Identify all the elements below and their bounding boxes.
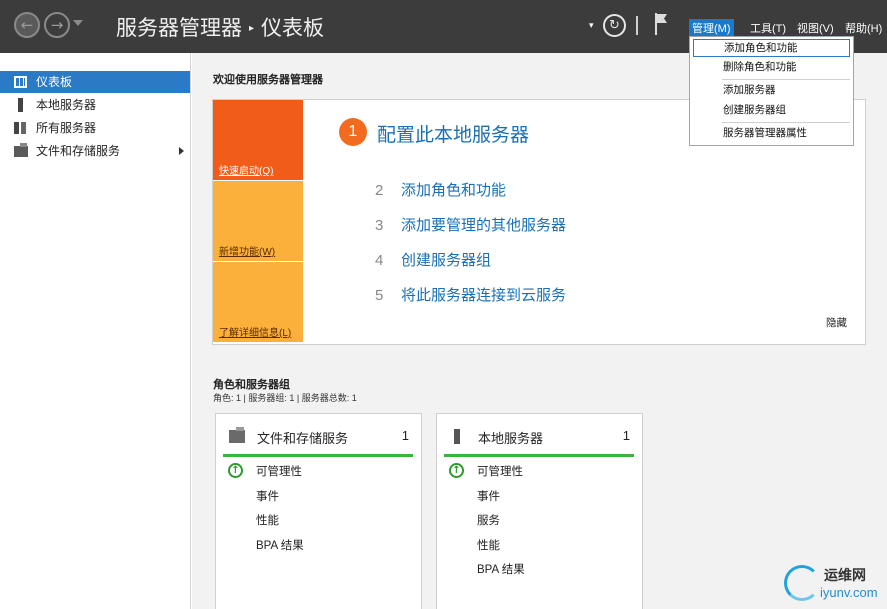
divider bbox=[636, 16, 638, 35]
watermark-cn: 运维网 bbox=[824, 567, 866, 583]
step-number: 5 bbox=[375, 287, 384, 304]
servers-icon bbox=[14, 122, 27, 134]
card-row-manageability[interactable]: 可管理性 bbox=[256, 463, 302, 479]
step-configure-local-server[interactable]: 配置此本地服务器 bbox=[377, 120, 529, 147]
step-1-number: 1 bbox=[339, 118, 367, 146]
sidebar-item-label: 文件和存储服务 bbox=[36, 144, 121, 158]
refresh-icon[interactable]: ↻ bbox=[603, 14, 626, 37]
menu-item-add-roles[interactable]: 添加角色和功能 bbox=[693, 39, 850, 57]
sidebar-item-dashboard[interactable]: 仪表板 bbox=[0, 71, 190, 93]
tile-quick-start[interactable]: 快速启动(Q) bbox=[213, 100, 303, 180]
tile-label: 了解详细信息(L) bbox=[219, 328, 292, 339]
server-icon bbox=[454, 429, 460, 444]
sidebar-item-local-server[interactable]: 本地服务器 bbox=[0, 94, 190, 116]
card-row-manageability[interactable]: 可管理性 bbox=[477, 463, 523, 479]
roles-heading: 角色和服务器组 bbox=[213, 379, 290, 391]
step-number: 2 bbox=[375, 182, 384, 199]
menu-separator bbox=[722, 79, 850, 80]
card-row-bpa[interactable]: BPA 结果 bbox=[256, 537, 304, 553]
folder-icon bbox=[229, 427, 245, 443]
step-label: 添加要管理的其他服务器 bbox=[401, 217, 567, 234]
dashboard-icon bbox=[14, 76, 27, 88]
step-3[interactable]: 3 添加要管理的其他服务器 bbox=[375, 214, 566, 235]
expand-arrow-icon[interactable] bbox=[179, 147, 184, 155]
welcome-heading: 欢迎使用服务器管理器 bbox=[213, 74, 323, 86]
step-number: 3 bbox=[375, 217, 384, 234]
card-row-services[interactable]: 服务 bbox=[477, 512, 500, 528]
card-title: 本地服务器 bbox=[478, 431, 544, 446]
status-ok-icon: ↑ bbox=[449, 463, 464, 478]
menu-separator bbox=[722, 122, 850, 123]
tile-whats-new[interactable]: 新增功能(W) bbox=[213, 181, 303, 261]
history-dropdown-icon[interactable] bbox=[73, 20, 83, 26]
role-card-file-storage[interactable]: 文件和存储服务 1 ↑ 可管理性 事件 性能 BPA 结果 bbox=[215, 413, 422, 609]
sidebar-item-label: 所有服务器 bbox=[36, 121, 97, 135]
menu-manage[interactable]: 管理(M) bbox=[689, 19, 734, 37]
hide-link[interactable]: 隐藏 bbox=[826, 315, 847, 330]
watermark-en: iyunv.com bbox=[820, 585, 878, 600]
card-row-performance[interactable]: 性能 bbox=[256, 512, 279, 528]
server-icon bbox=[18, 98, 23, 112]
app-title: 服务器管理器 bbox=[116, 16, 242, 40]
tile-learn-more[interactable]: 了解详细信息(L) bbox=[213, 262, 303, 342]
tile-label: 快速启动(Q) bbox=[219, 166, 274, 177]
page-title: 仪表板 bbox=[261, 16, 325, 40]
card-row-performance[interactable]: 性能 bbox=[477, 537, 500, 553]
tile-label: 新增功能(W) bbox=[219, 247, 276, 258]
watermark-logo: 运维网 iyunv.com bbox=[784, 561, 884, 607]
breadcrumb-separator-icon: ▸ bbox=[249, 23, 255, 34]
sidebar: 仪表板 本地服务器 所有服务器 文件和存储服务 bbox=[0, 53, 191, 609]
sidebar-item-label: 仪表板 bbox=[36, 75, 73, 89]
card-title: 文件和存储服务 bbox=[257, 431, 349, 446]
menu-item-properties[interactable]: 服务器管理器属性 bbox=[693, 125, 850, 143]
folder-icon bbox=[14, 143, 28, 157]
role-card-local-server[interactable]: 本地服务器 1 ↑ 可管理性 事件 服务 性能 BPA 结果 bbox=[436, 413, 643, 609]
step-2[interactable]: 2 添加角色和功能 bbox=[375, 179, 506, 200]
menu-item-remove-roles[interactable]: 删除角色和功能 bbox=[693, 59, 850, 77]
forward-button[interactable]: → bbox=[44, 12, 70, 38]
menu-tools[interactable]: 工具(T) bbox=[747, 19, 789, 37]
status-ok-icon: ↑ bbox=[228, 463, 243, 478]
step-4[interactable]: 4 创建服务器组 bbox=[375, 249, 491, 270]
sidebar-item-file-storage[interactable]: 文件和存储服务 bbox=[0, 140, 190, 162]
menu-item-create-server-group[interactable]: 创建服务器组 bbox=[693, 102, 850, 120]
card-row-events[interactable]: 事件 bbox=[256, 488, 279, 504]
watermark-swirl-icon bbox=[784, 565, 820, 601]
breadcrumb: 服务器管理器 ▸ 仪表板 bbox=[116, 12, 324, 42]
card-count: 1 bbox=[401, 428, 409, 443]
menu-view[interactable]: 视图(V) bbox=[794, 19, 837, 37]
step-label: 将此服务器连接到云服务 bbox=[401, 287, 567, 304]
menu-help[interactable]: 帮助(H) bbox=[842, 19, 885, 37]
step-label: 添加角色和功能 bbox=[401, 182, 507, 199]
step-label: 创建服务器组 bbox=[401, 252, 492, 269]
menu-item-add-servers[interactable]: 添加服务器 bbox=[693, 82, 850, 100]
sidebar-item-all-servers[interactable]: 所有服务器 bbox=[0, 117, 190, 139]
dropdown-arrow-icon[interactable]: ▾ bbox=[589, 20, 594, 31]
card-row-events[interactable]: 事件 bbox=[477, 488, 500, 504]
card-row-bpa[interactable]: BPA 结果 bbox=[477, 561, 525, 577]
manage-dropdown-menu: 添加角色和功能 删除角色和功能 添加服务器 创建服务器组 服务器管理器属性 bbox=[689, 36, 854, 146]
step-number: 4 bbox=[375, 252, 384, 269]
card-header[interactable]: 文件和存储服务 1 bbox=[223, 427, 413, 457]
step-5[interactable]: 5 将此服务器连接到云服务 bbox=[375, 284, 566, 305]
back-button[interactable]: ← bbox=[14, 12, 40, 38]
roles-summary: 角色: 1 | 服务器组: 1 | 服务器总数: 1 bbox=[213, 393, 357, 403]
card-count: 1 bbox=[622, 428, 630, 443]
notifications-flag-icon[interactable] bbox=[655, 13, 673, 35]
sidebar-item-label: 本地服务器 bbox=[36, 98, 97, 112]
card-header[interactable]: 本地服务器 1 bbox=[444, 427, 634, 457]
